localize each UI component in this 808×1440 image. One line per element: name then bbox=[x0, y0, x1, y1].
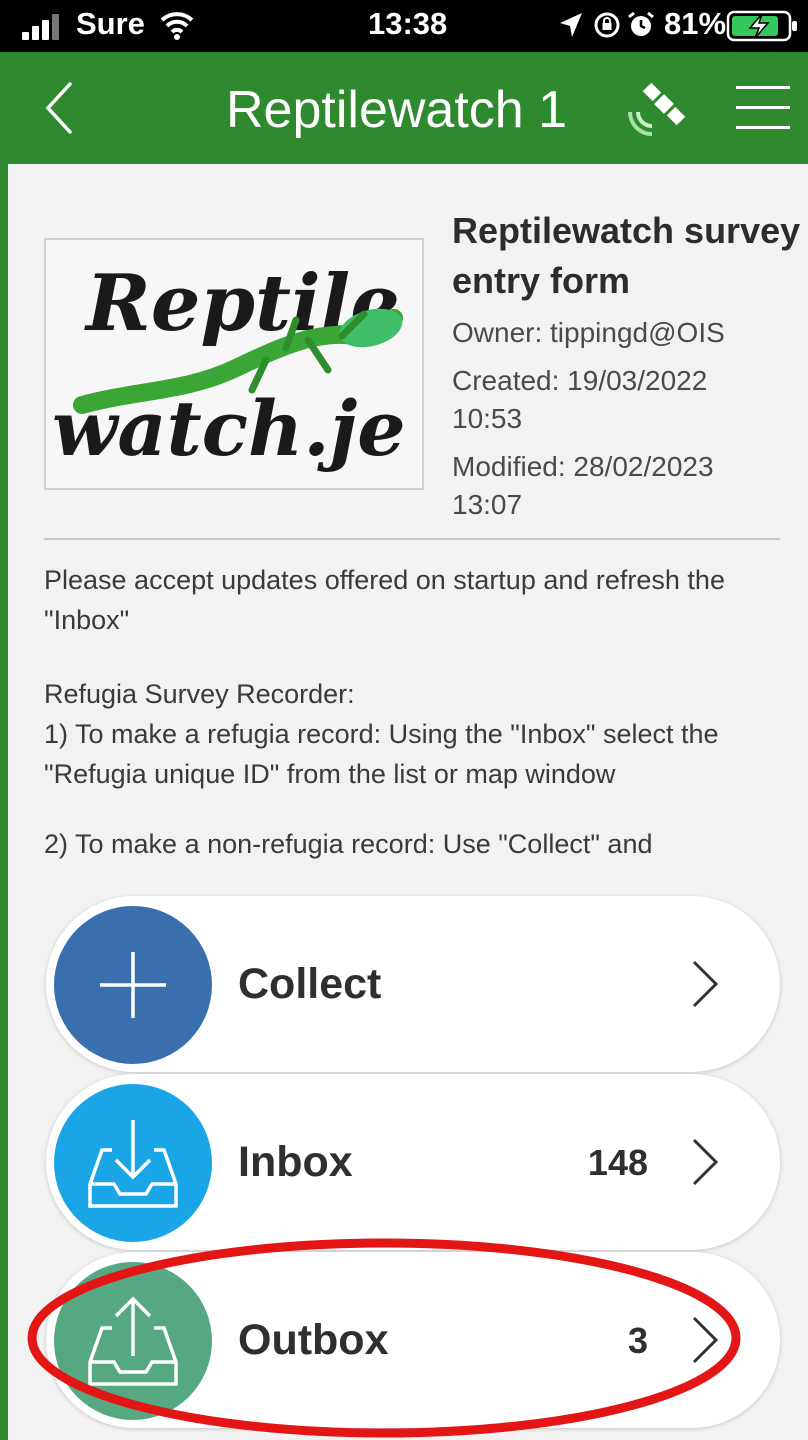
collect-label: Collect bbox=[238, 960, 382, 1008]
divider bbox=[44, 538, 780, 540]
chevron-right-icon bbox=[692, 960, 719, 1008]
inbox-count: 148 bbox=[587, 1142, 648, 1183]
status-time: 13:38 bbox=[368, 6, 448, 41]
inbox-label: Inbox bbox=[238, 1138, 353, 1186]
inbox-icon-circle bbox=[54, 1084, 212, 1242]
chevron-right-icon bbox=[692, 1316, 719, 1364]
location-arrow-icon bbox=[560, 13, 582, 37]
hamburger-menu-icon[interactable] bbox=[734, 82, 792, 134]
survey-description-heading: Refugia Survey Recorder: bbox=[44, 679, 355, 709]
alarm-icon bbox=[628, 11, 654, 36]
rotation-lock-icon bbox=[594, 12, 620, 38]
wifi-icon bbox=[160, 12, 194, 40]
chevron-right-icon bbox=[692, 1138, 719, 1186]
inbox-download-icon bbox=[88, 1120, 178, 1208]
reptilewatch-logo: Reptile watch.je bbox=[52, 258, 406, 473]
survey-description-step1: 1) To make a refugia record: Using the "… bbox=[44, 719, 719, 789]
svg-text:watch.je: watch.je bbox=[52, 384, 406, 473]
status-bar: Sure 13:38 81% bbox=[0, 0, 808, 52]
survey-created: Created: 19/03/2022 10:53 bbox=[452, 365, 708, 434]
outbox-button[interactable]: Outbox 3 bbox=[46, 1252, 780, 1428]
nav-bar: Reptilewatch 1 bbox=[0, 52, 808, 164]
outbox-icon-circle bbox=[54, 1262, 212, 1420]
survey-modified: Modified: 28/02/2023 13:07 bbox=[452, 451, 714, 520]
collect-button[interactable]: Collect bbox=[46, 896, 780, 1072]
nav-title: Reptilewatch 1 bbox=[226, 81, 568, 139]
carrier-name: Sure bbox=[76, 6, 145, 41]
survey-description-step2: 2) To make a non-refugia record: Use "Co… bbox=[44, 829, 653, 859]
outbox-label: Outbox bbox=[238, 1316, 389, 1364]
inbox-button[interactable]: Inbox 148 bbox=[46, 1074, 780, 1250]
battery-charging-icon bbox=[726, 10, 797, 42]
collect-icon-circle bbox=[54, 906, 212, 1064]
signal-icon bbox=[22, 14, 59, 40]
survey-thumbnail: Reptile watch.je bbox=[44, 238, 424, 490]
survey-title: Reptilewatch survey entry form bbox=[452, 210, 801, 301]
survey-owner: Owner: tippingd@OIS bbox=[452, 317, 725, 348]
survey-description-p2: Refugia Survey Recorder: 1) To make a re… bbox=[44, 674, 784, 794]
battery-percentage: 81% bbox=[664, 6, 727, 41]
gps-satellite-icon[interactable] bbox=[622, 82, 694, 142]
outbox-count: 3 bbox=[627, 1320, 648, 1361]
outbox-upload-icon bbox=[88, 1296, 178, 1386]
plus-icon bbox=[100, 952, 166, 1018]
survey-description-p1: Please accept updates offered on startup… bbox=[44, 565, 725, 635]
back-chevron-icon[interactable] bbox=[36, 78, 86, 138]
survey-home-content: Reptile watch.je Reptilewatch survey ent… bbox=[8, 164, 808, 1440]
